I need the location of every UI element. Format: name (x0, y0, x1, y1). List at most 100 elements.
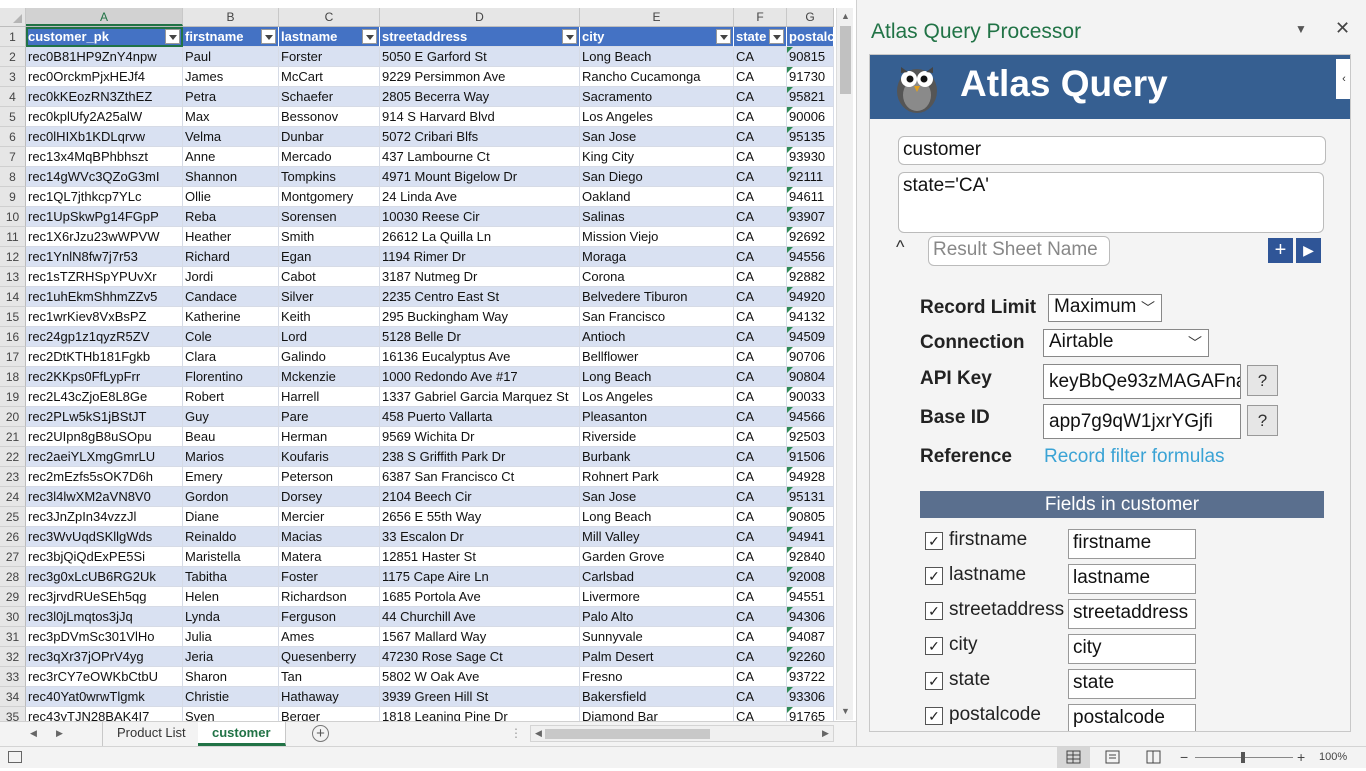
field-checkbox[interactable]: ✓ (925, 602, 943, 620)
cell[interactable]: Los Angeles (580, 387, 734, 407)
cell[interactable]: 1567 Mallard Way (380, 627, 580, 647)
cell[interactable]: Foster (279, 567, 380, 587)
cell[interactable]: Silver (279, 287, 380, 307)
column-header-cell[interactable]: customer_pk (26, 27, 183, 47)
cell[interactable]: rec3g0xLcUB6RG2Uk (26, 567, 183, 587)
cell[interactable]: Gordon (183, 487, 279, 507)
cell[interactable]: Max (183, 107, 279, 127)
page-layout-icon[interactable] (1104, 750, 1122, 765)
pane-options-icon[interactable]: ▼ (1295, 22, 1307, 36)
row-number[interactable]: 15 (0, 307, 26, 327)
cell[interactable]: rec14gWVc3QZoG3mI (26, 167, 183, 187)
cell[interactable]: CA (734, 127, 787, 147)
cell[interactable]: Palo Alto (580, 607, 734, 627)
row-number[interactable]: 6 (0, 127, 26, 147)
cell[interactable]: Salinas (580, 207, 734, 227)
row-number[interactable]: 27 (0, 547, 26, 567)
cell[interactable]: rec1QL7jthkcp7YLc (26, 187, 183, 207)
cell[interactable]: Pare (279, 407, 380, 427)
cell[interactable]: Montgomery (279, 187, 380, 207)
cell[interactable]: CA (734, 687, 787, 707)
cell[interactable]: CA (734, 207, 787, 227)
cell[interactable]: Macias (279, 527, 380, 547)
cell[interactable]: Mission Viejo (580, 227, 734, 247)
add-button[interactable]: + (1268, 238, 1293, 263)
column-header-e[interactable]: E (580, 8, 734, 26)
field-alias-input[interactable]: firstname (1068, 529, 1196, 559)
cell[interactable]: 90006 (787, 107, 834, 127)
cell[interactable]: 5072 Cribari Blfs (380, 127, 580, 147)
cell[interactable]: 94556 (787, 247, 834, 267)
cell[interactable]: 92503 (787, 427, 834, 447)
cell[interactable]: 95821 (787, 87, 834, 107)
row-number[interactable]: 17 (0, 347, 26, 367)
cell[interactable]: 94132 (787, 307, 834, 327)
cell[interactable]: rec2PLw5kS1jBStJT (26, 407, 183, 427)
field-alias-input[interactable]: postalcode (1068, 704, 1196, 731)
cell[interactable]: CA (734, 107, 787, 127)
field-alias-input[interactable]: streetaddress (1068, 599, 1196, 629)
normal-view-button[interactable] (1057, 747, 1090, 768)
cell[interactable]: Long Beach (580, 47, 734, 67)
cell[interactable]: Marios (183, 447, 279, 467)
field-alias-input[interactable]: state (1068, 669, 1196, 699)
cell[interactable]: rec0OrckmPjxHEJf4 (26, 67, 183, 87)
cell[interactable]: rec3l4lwXM2aVN8V0 (26, 487, 183, 507)
cell[interactable]: 92111 (787, 167, 834, 187)
cell[interactable]: Harrell (279, 387, 380, 407)
cell[interactable]: Herman (279, 427, 380, 447)
cell[interactable]: Matera (279, 547, 380, 567)
cell[interactable]: CA (734, 667, 787, 687)
cell[interactable]: Richard (183, 247, 279, 267)
row-number[interactable]: 30 (0, 607, 26, 627)
cell[interactable]: Long Beach (580, 507, 734, 527)
row-number[interactable]: 14 (0, 287, 26, 307)
cell[interactable]: rec1YnlN8fw7j7r53 (26, 247, 183, 267)
cell[interactable]: Los Angeles (580, 107, 734, 127)
cell[interactable]: Reba (183, 207, 279, 227)
cell[interactable]: 295 Buckingham Way (380, 307, 580, 327)
cell[interactable]: San Francisco (580, 307, 734, 327)
cell[interactable]: Belvedere Tiburon (580, 287, 734, 307)
cell[interactable]: 91730 (787, 67, 834, 87)
cell[interactable]: 238 S Griffith Park Dr (380, 447, 580, 467)
cell[interactable]: Jeria (183, 647, 279, 667)
cell[interactable]: 16136 Eucalyptus Ave (380, 347, 580, 367)
scroll-down-icon[interactable]: ▼ (838, 704, 853, 719)
row-number[interactable]: 28 (0, 567, 26, 587)
cell[interactable]: 1000 Redondo Ave #17 (380, 367, 580, 387)
cell[interactable]: CA (734, 427, 787, 447)
cell[interactable]: CA (734, 227, 787, 247)
cell[interactable]: 94928 (787, 467, 834, 487)
collapse-chevron-icon[interactable]: ‹ (1336, 59, 1350, 99)
filter-formula-input[interactable]: state='CA' (898, 172, 1324, 233)
cell[interactable]: Mill Valley (580, 527, 734, 547)
cell[interactable]: Paul (183, 47, 279, 67)
cell[interactable]: 437 Lambourne Ct (380, 147, 580, 167)
select-all-corner[interactable] (0, 8, 26, 26)
filter-dropdown-icon[interactable] (261, 29, 276, 44)
cell[interactable]: 26612 La Quilla Ln (380, 227, 580, 247)
cell[interactable]: 4971 Mount Bigelow Dr (380, 167, 580, 187)
cell[interactable]: 93722 (787, 667, 834, 687)
cell[interactable]: rec3jrvdRUeSEh5qg (26, 587, 183, 607)
cell[interactable]: Ollie (183, 187, 279, 207)
cell[interactable]: 93930 (787, 147, 834, 167)
cell[interactable]: rec2mEzfs5sOK7D6h (26, 467, 183, 487)
cell[interactable]: 2656 E 55th Way (380, 507, 580, 527)
cell[interactable]: Jordi (183, 267, 279, 287)
row-number[interactable]: 24 (0, 487, 26, 507)
connection-select[interactable]: Airtable ﹀ (1043, 329, 1209, 357)
vertical-scrollbar[interactable]: ▲ ▼ (836, 8, 853, 720)
row-number[interactable]: 4 (0, 87, 26, 107)
cell[interactable]: Reinaldo (183, 527, 279, 547)
cell-grid[interactable]: 1 customer_pk firstname lastname streetaddre… (0, 27, 834, 721)
cell[interactable]: Florentino (183, 367, 279, 387)
cell[interactable]: 92882 (787, 267, 834, 287)
cell[interactable]: CA (734, 287, 787, 307)
api-key-help-button[interactable]: ? (1247, 365, 1278, 396)
cell[interactable]: 90805 (787, 507, 834, 527)
row-number[interactable]: 5 (0, 107, 26, 127)
cell[interactable]: Guy (183, 407, 279, 427)
cell[interactable]: Pleasanton (580, 407, 734, 427)
